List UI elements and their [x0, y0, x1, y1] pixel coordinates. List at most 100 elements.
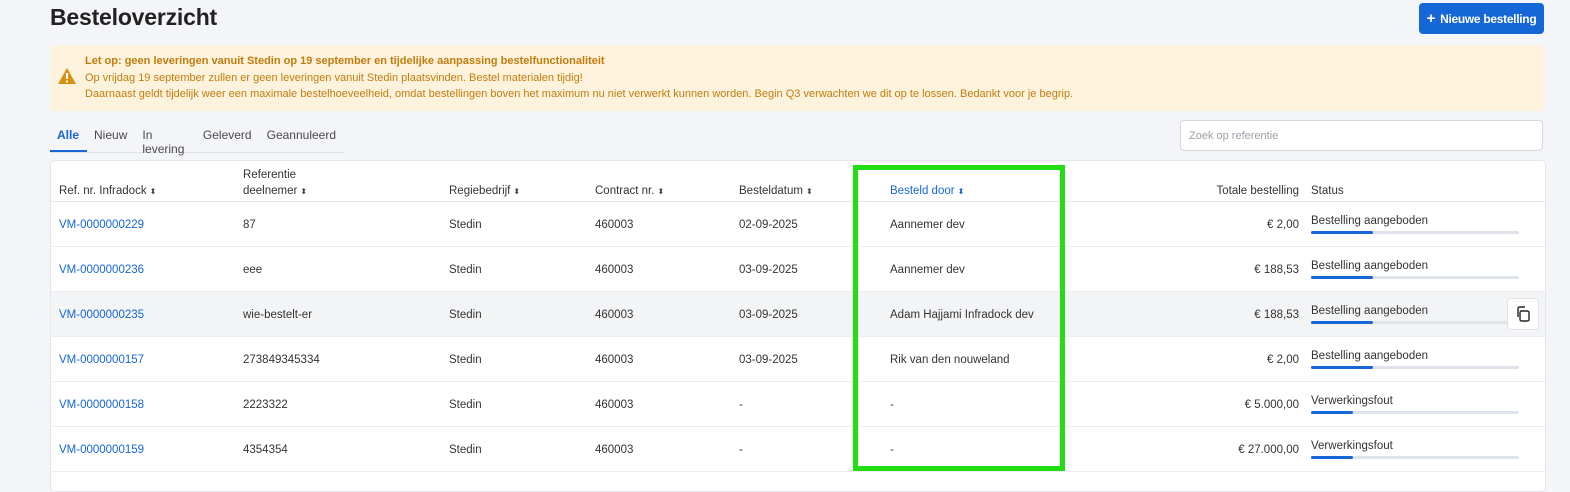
status-tabs: Alle Nieuw In levering Geleverd Geannule… — [50, 121, 344, 156]
sort-icon: ⬍ — [957, 187, 965, 196]
contract-nr: 460003 — [595, 264, 634, 276]
regiebedrijf: Stedin — [449, 264, 482, 276]
status-label: Bestelling aangeboden — [1311, 260, 1429, 272]
sort-icon: ⬍ — [805, 187, 813, 196]
column-header-deelnemer-line1: Referentie — [243, 169, 297, 181]
order-total: € 188,53 — [1254, 264, 1299, 276]
order-ref-link[interactable]: VM-0000000158 — [59, 399, 144, 411]
contract-nr: 460003 — [595, 219, 634, 231]
tab-alle[interactable]: Alle — [50, 121, 88, 152]
status-progress-fill — [1311, 321, 1374, 324]
contract-nr: 460003 — [595, 444, 634, 456]
participant-ref: 273849345334 — [243, 354, 320, 366]
status-progress-bar — [1311, 411, 1519, 414]
ordered-by: - — [890, 444, 894, 456]
status-cell: Bestelling aangeboden — [1311, 350, 1521, 369]
status-label: Bestelling aangeboden — [1311, 215, 1429, 227]
status-progress-fill — [1311, 456, 1353, 459]
participant-ref: eee — [243, 264, 263, 276]
order-ref-link[interactable]: VM-0000000236 — [59, 264, 144, 276]
status-label: Verwerkingsfout — [1311, 440, 1393, 452]
order-total: € 2,00 — [1267, 354, 1299, 366]
sort-icon: ⬍ — [300, 187, 308, 196]
status-progress-fill — [1311, 411, 1353, 414]
contract-nr: 460003 — [595, 354, 634, 366]
column-header-status: Status — [1311, 185, 1344, 197]
ordered-by: Adam Hajjami Infradock dev — [890, 309, 1034, 321]
status-progress-fill — [1311, 276, 1374, 279]
order-ref-link[interactable]: VM-0000000157 — [59, 354, 144, 366]
order-total: € 5.000,00 — [1244, 399, 1299, 411]
column-header-besteld-door-label: Besteld door — [890, 185, 955, 197]
orders-table: Ref. nr. Infradock ⬍ Referentie deelnemer… — [50, 160, 1546, 492]
column-header-regiebedrijf-label: Regiebedrijf — [449, 185, 511, 197]
ordered-by: - — [890, 399, 894, 411]
warning-icon — [58, 68, 76, 84]
copy-button[interactable] — [1507, 298, 1539, 330]
notice-line-2: Daarnaast geldt tijdelijk weer een maxim… — [85, 88, 1074, 100]
table-row[interactable]: VM-0000000158 2223322 Stedin 460003 - - … — [51, 382, 1545, 427]
tab-in-levering[interactable]: In levering — [135, 121, 196, 156]
ordered-by: Aannemer dev — [890, 264, 965, 276]
table-row[interactable]: VM-0000000235 wie-bestelt-er Stedin 4600… — [51, 292, 1545, 337]
column-header-ref[interactable]: Ref. nr. Infradock ⬍ — [59, 185, 156, 197]
column-header-deelnemer[interactable]: Referentie deelnemer ⬍ — [243, 167, 307, 200]
regiebedrijf: Stedin — [449, 444, 482, 456]
column-header-ref-label: Ref. nr. Infradock — [59, 185, 147, 197]
order-date: - — [739, 399, 743, 411]
order-date: 02-09-2025 — [739, 219, 798, 231]
column-header-besteldatum[interactable]: Besteldatum ⬍ — [739, 185, 813, 197]
notice-banner: Let op: geen leveringen vanuit Stedin op… — [50, 45, 1544, 111]
status-label: Verwerkingsfout — [1311, 395, 1393, 407]
status-cell: Verwerkingsfout — [1311, 395, 1521, 414]
order-total: € 27.000,00 — [1238, 444, 1299, 456]
order-total: € 2,00 — [1267, 219, 1299, 231]
new-order-button[interactable]: + Nieuwe bestelling — [1419, 3, 1544, 34]
contract-nr: 460003 — [595, 309, 634, 321]
order-date: 03-09-2025 — [739, 309, 798, 321]
table-row[interactable]: VM-0000000159 4354354 Stedin 460003 - - … — [51, 427, 1545, 472]
status-progress-bar — [1311, 231, 1519, 234]
sort-icon: ⬍ — [657, 187, 665, 196]
search-input[interactable] — [1180, 120, 1543, 151]
regiebedrijf: Stedin — [449, 354, 482, 366]
notice-title: Let op: geen leveringen vanuit Stedin op… — [85, 55, 605, 67]
status-progress-bar — [1311, 276, 1519, 279]
regiebedrijf: Stedin — [449, 309, 482, 321]
tab-geannuleerd[interactable]: Geannuleerd — [260, 121, 344, 152]
order-ref-link[interactable]: VM-0000000159 — [59, 444, 144, 456]
order-ref-link[interactable]: VM-0000000229 — [59, 219, 144, 231]
order-date: 03-09-2025 — [739, 264, 798, 276]
tab-nieuw[interactable]: Nieuw — [87, 121, 135, 152]
column-header-regiebedrijf[interactable]: Regiebedrijf ⬍ — [449, 185, 520, 197]
sort-icon: ⬍ — [149, 187, 157, 196]
tab-geleverd[interactable]: Geleverd — [196, 121, 260, 152]
order-total: € 188,53 — [1254, 309, 1299, 321]
table-row[interactable]: VM-0000000236 eee Stedin 460003 03-09-20… — [51, 247, 1545, 292]
order-date: - — [739, 444, 743, 456]
column-header-besteld-door[interactable]: Besteld door ⬍ — [890, 185, 964, 197]
status-progress-fill — [1311, 366, 1374, 369]
column-header-besteldatum-label: Besteldatum — [739, 185, 803, 197]
status-progress-bar — [1311, 366, 1519, 369]
new-order-label: Nieuwe bestelling — [1440, 11, 1537, 26]
copy-icon — [1517, 306, 1530, 322]
order-date: 03-09-2025 — [739, 354, 798, 366]
column-header-contract[interactable]: Contract nr. ⬍ — [595, 185, 664, 197]
status-cell: Bestelling aangeboden — [1311, 260, 1521, 279]
status-label: Bestelling aangeboden — [1311, 350, 1429, 362]
participant-ref: 87 — [243, 219, 256, 231]
plus-icon: + — [1426, 10, 1436, 27]
participant-ref: wie-bestelt-er — [243, 309, 313, 321]
ordered-by: Aannemer dev — [890, 219, 965, 231]
table-row[interactable]: VM-0000000157 273849345334 Stedin 460003… — [51, 337, 1545, 382]
column-header-deelnemer-line2: deelnemer — [243, 185, 298, 197]
notice-line-1: Op vrijdag 19 september zullen er geen l… — [85, 72, 583, 84]
contract-nr: 460003 — [595, 399, 634, 411]
status-progress-bar — [1311, 456, 1519, 459]
table-row[interactable]: VM-0000000229 87 Stedin 460003 02-09-202… — [51, 202, 1545, 247]
column-header-totaal: Totale bestelling — [1216, 185, 1299, 197]
status-cell: Verwerkingsfout — [1311, 440, 1521, 459]
order-ref-link[interactable]: VM-0000000235 — [59, 309, 144, 321]
status-cell: Bestelling aangeboden — [1311, 215, 1521, 234]
